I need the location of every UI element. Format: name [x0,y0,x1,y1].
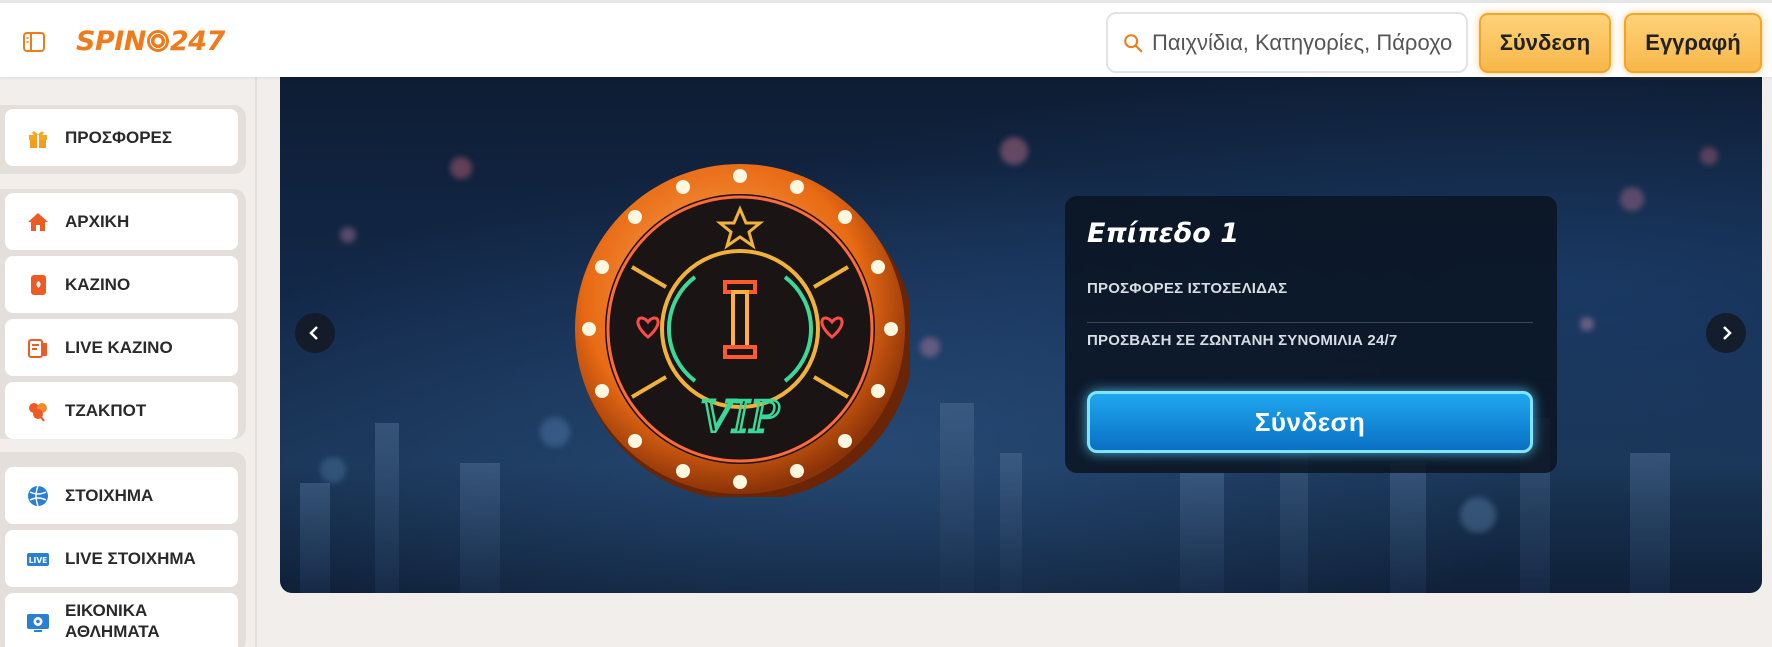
sidebar-item-label: LIVE ΚΑΖΙΝΟ [65,338,173,357]
sidebar-item-jackpot[interactable]: ΤΖΑΚΠΟΤ [5,382,238,439]
sidebar-item-home[interactable]: ΑΡΧΙΚΗ [5,193,238,250]
sidebar-item-label: ΣΤΟΙΧΗΜΑ [65,486,154,505]
logo[interactable]: SPIN 247 [76,23,225,59]
svg-text:VIP: VIP [701,392,781,443]
live-casino-icon [25,335,51,361]
search-icon [1124,33,1143,52]
top-header: SPIN 247 Σύνδεση Εγγραφή [0,0,1772,77]
gift-icon [25,125,51,151]
register-button[interactable]: Εγγραφή [1624,13,1762,73]
sidebar-item-label: LIVE ΣΤΟΙΧΗΜΑ [65,549,196,568]
chevron-right-icon [1723,326,1732,340]
logo-text-left: SPIN [76,25,146,57]
ball-icon [25,483,51,509]
sidebar: ΠΡΟΣΦΟΡΕΣ ΑΡΧΙΚΗ ΚΑΖΙΝΟ LIVE ΚΑΖΙΝΟ ΤΖΑΚ… [0,77,256,647]
sidebar-toggle-icon[interactable] [22,30,46,54]
chevron-left-icon [309,326,318,340]
benefit-item: ΠΡΟΣΦΟΡΕΣ ΙΣΤΟΣΕΛΙΔΑΣ [1087,280,1288,297]
sidebar-item-label: ΕΙΚΟΝΙΚΑ ΑΘΛΗΜΑΤΑ [65,601,160,641]
sidebar-divider [255,77,257,647]
sidebar-item-live-casino[interactable]: LIVE ΚΑΖΙΝΟ [5,319,238,376]
sidebar-item-virtual-sports[interactable]: ΕΙΚΟΝΙΚΑ ΑΘΛΗΜΑΤΑ [5,593,238,647]
search-input[interactable] [1152,29,1452,56]
benefit-divider [1087,322,1533,323]
login-button[interactable]: Σύνδεση [1479,13,1611,73]
card-login-button[interactable]: Σύνδεση [1087,391,1533,453]
home-icon [25,209,51,235]
sidebar-item-label: ΚΑΖΙΝΟ [65,275,131,294]
clover-icon [25,398,51,424]
sidebar-item-live-betting[interactable]: LIVE LIVE ΣΤΟΙΧΗΜΑ [5,530,238,587]
sidebar-item-betting[interactable]: ΣΤΟΙΧΗΜΑ [5,467,238,524]
logo-text-right: 247 [169,25,225,57]
carousel-next-button[interactable] [1706,313,1746,353]
sidebar-item-label: ΠΡΟΣΦΟΡΕΣ [65,128,173,147]
search-box[interactable] [1106,12,1468,73]
benefit-item: ΠΡΟΣΒΑΣΗ ΣΕ ΖΩΝΤΑΝΗ ΣΥΝΟΜΙΛΙΑ 24/7 [1087,332,1398,349]
live-badge-icon: LIVE [25,546,51,572]
logo-chip-icon [146,30,169,52]
svg-text:LIVE: LIVE [29,556,48,565]
vip-level-card: Επίπεδο 1 ΠΡΟΣΦΟΡΕΣ ΙΣΤΟΣΕΛΙΔΑΣ ΠΡΟΣΒΑΣΗ… [1065,196,1557,473]
vip-chip-image: VIP [575,164,910,497]
sidebar-item-casino[interactable]: ΚΑΖΙΝΟ [5,256,238,313]
sidebar-item-label: ΑΡΧΙΚΗ [65,212,130,231]
sidebar-item-label: ΤΖΑΚΠΟΤ [65,401,147,420]
vip-banner: VIP Επίπεδο 1 ΠΡΟΣΦΟΡΕΣ ΙΣΤΟΣΕΛΙΔΑΣ ΠΡΟΣ… [280,77,1762,593]
carousel-prev-button[interactable] [295,313,335,353]
level-title: Επίπεδο 1 [1087,218,1239,249]
cards-icon [25,272,51,298]
sidebar-item-promotions[interactable]: ΠΡΟΣΦΟΡΕΣ [5,109,238,166]
virtual-sports-icon [25,610,51,636]
